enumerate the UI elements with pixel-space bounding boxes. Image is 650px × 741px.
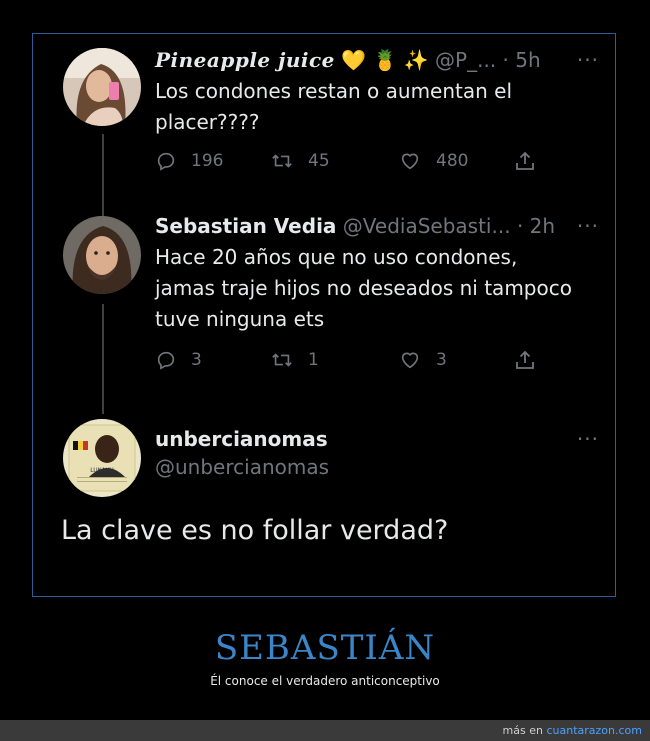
footer-prefix: más en (502, 724, 543, 737)
separator-dot: · (502, 48, 509, 72)
footer-bar: más en cuantarazon.com (0, 720, 650, 741)
tweet-original[interactable]: Pineapple juice 💛 🍍 ✨ @P_... · 5h ··· Lo… (33, 34, 615, 214)
emoji-icons: 💛 🍍 ✨ (341, 48, 429, 72)
display-name[interactable]: unbercianomas (155, 427, 328, 451)
tweet-focused[interactable]: LUKAKU unbercianomas @unbercianomas ··· … (33, 419, 615, 598)
display-name[interactable]: Pineapple juice (155, 48, 335, 72)
share-button[interactable] (513, 348, 551, 372)
display-name[interactable]: Sebastian Vedia (155, 214, 336, 238)
like-count: 3 (436, 350, 447, 370)
like-button[interactable]: 3 (398, 349, 513, 371)
retweet-count: 1 (308, 350, 319, 370)
like-button[interactable]: 480 (398, 150, 513, 172)
user-handle[interactable]: @P_... (435, 48, 496, 72)
card-player-name: LUKAKU (90, 467, 114, 474)
tweet-header: unbercianomas (155, 427, 328, 451)
share-icon (516, 151, 534, 170)
tweet-header: Pineapple juice 💛 🍍 ✨ @P_... · 5h (155, 48, 541, 72)
share-icon (516, 350, 534, 369)
separator-dot: · (516, 214, 524, 238)
reply-icon (157, 351, 175, 370)
site-link[interactable]: cuantarazon.com (546, 724, 642, 737)
reply-icon (157, 152, 175, 171)
reply-button[interactable]: 3 (155, 349, 270, 371)
heart-icon (401, 153, 419, 170)
tweet-actions: 3 1 3 (155, 348, 551, 372)
tweet-reply[interactable]: Sebastian Vedia @VediaSebasti... · 2h ··… (33, 214, 615, 394)
user-handle[interactable]: @VediaSebasti... (343, 214, 511, 238)
reply-button[interactable]: 196 (155, 150, 270, 172)
share-button[interactable] (513, 149, 551, 173)
avatar[interactable] (63, 216, 141, 294)
timestamp[interactable]: 2h (530, 214, 555, 238)
heart-icon (401, 352, 419, 369)
timestamp[interactable]: 5h (515, 48, 540, 72)
tweet-actions: 196 45 480 (155, 149, 551, 173)
caption-title: SEBASTIÁN (214, 628, 436, 668)
retweet-icon (272, 353, 292, 367)
retweet-button[interactable]: 1 (270, 349, 398, 371)
retweet-icon (272, 154, 292, 168)
retweet-button[interactable]: 45 (270, 150, 398, 172)
tweet-text: Hace 20 años que no uso condones, jamas … (155, 245, 572, 331)
screenshot-frame: Pineapple juice 💛 🍍 ✨ @P_... · 5h ··· Lo… (32, 33, 616, 597)
retweet-count: 45 (308, 151, 330, 171)
user-handle[interactable]: @unbercianomas (155, 455, 329, 479)
tweet-text: Los condones restan o aumentan el placer… (155, 79, 513, 134)
tweet-text: La clave es no follar verdad? (61, 515, 449, 546)
like-count: 480 (436, 151, 469, 171)
avatar[interactable]: LUKAKU (63, 419, 141, 497)
tweet-header: Sebastian Vedia @VediaSebasti... · 2h (155, 214, 555, 238)
more-options-icon[interactable]: ··· (577, 48, 599, 72)
more-options-icon[interactable]: ··· (577, 427, 599, 451)
reply-count: 196 (191, 151, 224, 171)
avatar[interactable] (63, 48, 141, 126)
reply-count: 3 (191, 350, 202, 370)
caption-subtitle: Él conoce el verdadero anticonceptivo (210, 674, 440, 688)
more-options-icon[interactable]: ··· (577, 214, 599, 238)
